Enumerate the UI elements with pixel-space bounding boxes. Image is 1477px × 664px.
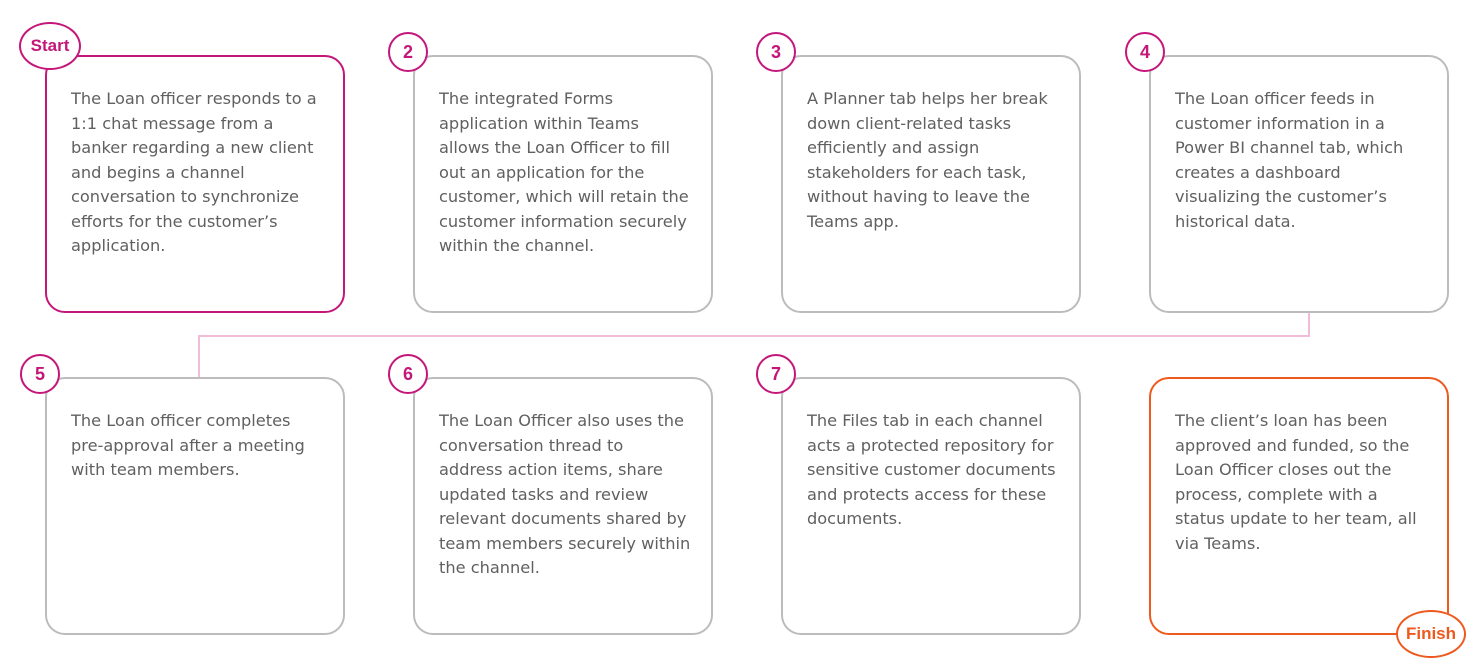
step-number-badge: 3 bbox=[756, 32, 796, 72]
step-number-badge: 5 bbox=[20, 354, 60, 394]
step-description: The Loan Officer also uses the conversat… bbox=[439, 411, 691, 577]
step-number-badge: 2 bbox=[388, 32, 428, 72]
step-card-5: The Loan officer completes pre-approval … bbox=[45, 377, 345, 635]
step-number-badge: 7 bbox=[756, 354, 796, 394]
step-description: The Files tab in each channel acts a pro… bbox=[807, 411, 1056, 528]
start-badge: Start bbox=[19, 22, 81, 70]
step-card-4: The Loan officer feeds in customer infor… bbox=[1149, 55, 1449, 313]
step-description: The client’s loan has been approved and … bbox=[1175, 411, 1417, 553]
step-card-7: The Files tab in each channel acts a pro… bbox=[781, 377, 1081, 635]
step-description: A Planner tab helps her break down clien… bbox=[807, 89, 1048, 231]
finish-badge: Finish bbox=[1396, 610, 1466, 658]
step-card-3: A Planner tab helps her break down clien… bbox=[781, 55, 1081, 313]
step-card-6: The Loan Officer also uses the conversat… bbox=[413, 377, 713, 635]
step-card-start: The Loan officer responds to a 1:1 chat … bbox=[45, 55, 345, 313]
step-number-badge: 4 bbox=[1125, 32, 1165, 72]
step-description: The Loan officer completes pre-approval … bbox=[71, 411, 305, 479]
step-number-badge: 6 bbox=[388, 354, 428, 394]
step-card-2: The integrated Forms application within … bbox=[413, 55, 713, 313]
step-description: The integrated Forms application within … bbox=[439, 89, 689, 255]
step-card-finish: The client’s loan has been approved and … bbox=[1149, 377, 1449, 635]
step-description: The Loan officer responds to a 1:1 chat … bbox=[71, 89, 317, 255]
step-description: The Loan officer feeds in customer infor… bbox=[1175, 89, 1404, 231]
